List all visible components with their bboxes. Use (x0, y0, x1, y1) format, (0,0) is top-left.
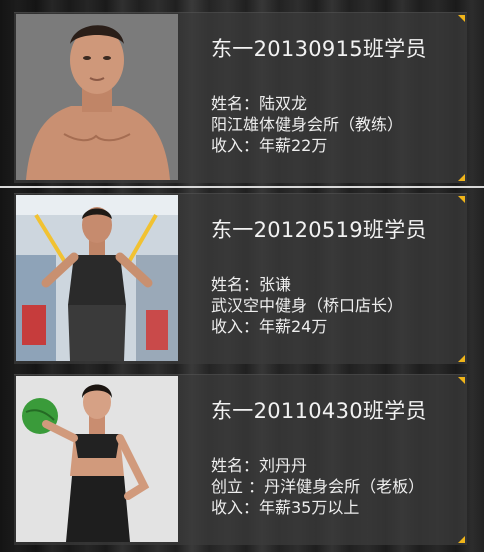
student-name: 姓名：张谦 (211, 275, 292, 294)
student-name: 姓名：刘丹丹 (211, 456, 308, 475)
student-card[interactable]: 东一20130915班学员 姓名：陆双龙 阳江雄体健身会所（教练） 收入：年薪2… (14, 12, 467, 183)
student-workplace: 阳江雄体健身会所（教练） (211, 115, 404, 134)
corner-triangle-icon (458, 355, 465, 362)
student-photo (16, 376, 178, 542)
corner-triangle-icon (458, 174, 465, 181)
student-workplace: 武汉空中健身（桥口店长） (211, 296, 404, 315)
card-title: 东一20130915班学员 (211, 37, 427, 61)
card-title: 东一20120519班学员 (211, 218, 427, 242)
student-card[interactable]: 东一20110430班学员 姓名：刘丹丹 创立 ：丹洋健身会所（老板） 收入：年… (14, 374, 467, 545)
card-info: 姓名：陆双龙 阳江雄体健身会所（教练） 收入：年薪22万 (211, 93, 403, 156)
corner-triangle-icon (458, 536, 465, 543)
corner-triangle-icon (458, 377, 465, 384)
student-income: 收入：年薪24万 (211, 317, 328, 336)
student-income: 收入：年薪22万 (211, 136, 328, 155)
card-info: 姓名：张谦 武汉空中健身（桥口店长） 收入：年薪24万 (211, 274, 403, 337)
student-card[interactable]: 东一20120519班学员 姓名：张谦 武汉空中健身（桥口店长） 收入：年薪24… (14, 193, 467, 364)
card-title: 东一20110430班学员 (211, 399, 427, 423)
student-name: 姓名：陆双龙 (211, 94, 308, 113)
divider (0, 186, 484, 188)
corner-triangle-icon (458, 196, 465, 203)
card-info: 姓名：刘丹丹 创立 ：丹洋健身会所（老板） 收入：年薪35万以上 (211, 455, 424, 518)
corner-triangle-icon (458, 15, 465, 22)
student-photo (16, 14, 178, 180)
student-workplace: 创立 ：丹洋健身会所（老板） (211, 477, 425, 496)
student-income: 收入：年薪35万以上 (211, 498, 360, 517)
student-photo (16, 195, 178, 361)
